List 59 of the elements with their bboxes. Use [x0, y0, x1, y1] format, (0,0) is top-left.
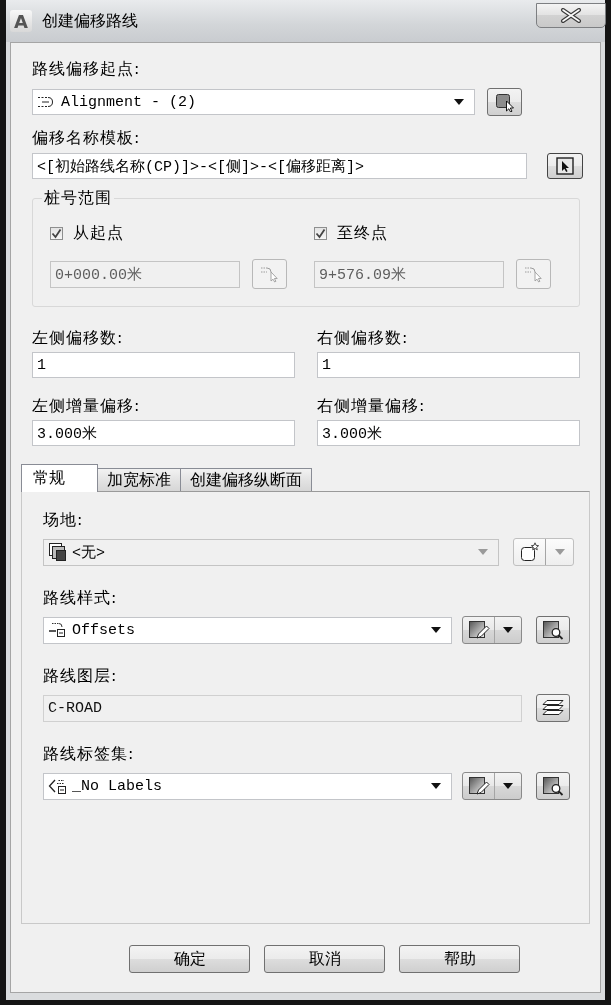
- caret-icon: [503, 783, 513, 789]
- caret-icon: [478, 549, 488, 555]
- help-button[interactable]: 帮助: [399, 945, 520, 973]
- field-label: 左侧增量偏移:: [32, 396, 141, 416]
- template-editor-button[interactable]: [547, 153, 583, 179]
- caret-icon: [431, 783, 441, 789]
- window-title: 创建偏移路线: [42, 10, 138, 32]
- site-icon: [48, 542, 68, 562]
- tab[interactable]: 创建偏移纵断面: [180, 468, 312, 491]
- field-label: 右侧偏移数:: [317, 328, 409, 348]
- preview-button[interactable]: [536, 772, 570, 800]
- field-label: 路线样式:: [43, 588, 118, 608]
- close-button[interactable]: [536, 3, 606, 28]
- field-label: 场地:: [43, 510, 84, 530]
- preview-icon: [542, 620, 564, 640]
- caret-icon: [454, 99, 464, 105]
- offset-line-icon: [48, 622, 68, 638]
- offset-field[interactable]: 3.000米: [32, 420, 295, 446]
- edit-icon: [467, 776, 490, 796]
- edit-style-button[interactable]: [462, 772, 522, 800]
- select-object-icon: [494, 92, 515, 112]
- station-pick-icon: [259, 265, 280, 283]
- preview-icon: [542, 776, 564, 796]
- layer-button[interactable]: [536, 694, 570, 722]
- app-logo: A: [10, 10, 32, 32]
- offset-field[interactable]: 1: [317, 352, 580, 378]
- field-label: 偏移名称模板:: [32, 128, 141, 148]
- pick-icon: [556, 157, 574, 175]
- tab[interactable]: 加宽标准: [97, 468, 181, 491]
- new-site-button[interactable]: [513, 538, 574, 566]
- field-label: 右侧增量偏移:: [317, 396, 426, 416]
- station-pick-icon: [523, 265, 544, 283]
- preview-button[interactable]: [536, 616, 570, 644]
- select-alignment-button[interactable]: [487, 88, 522, 116]
- field-label: 路线标签集:: [43, 744, 135, 764]
- style-dropdown[interactable]: Offsets: [43, 616, 452, 644]
- field-label: 路线偏移起点:: [32, 59, 141, 79]
- close-icon: [560, 8, 582, 23]
- offset-field[interactable]: 3.000米: [317, 420, 580, 446]
- name-template-field[interactable]: <[初始路线名称(CP)]>-<[侧]>-<[偏移距离]>: [32, 153, 527, 179]
- tab[interactable]: 常规: [21, 464, 98, 492]
- label-set-dropdown[interactable]: _No Labels: [43, 772, 452, 800]
- field-label: 路线图层:: [43, 666, 118, 686]
- tick-icon: [315, 227, 326, 239]
- layers-icon: [542, 699, 564, 717]
- caret-icon: [503, 627, 513, 633]
- label-set-icon: [48, 778, 68, 794]
- ok-button[interactable]: 确定: [129, 945, 250, 973]
- caret-icon: [431, 627, 441, 633]
- field-label: 左侧偏移数:: [32, 328, 124, 348]
- alignment-dropdown[interactable]: Alignment - (2): [32, 89, 475, 115]
- edit-icon: [467, 620, 490, 640]
- edit-style-button[interactable]: [462, 616, 522, 644]
- group-title: 桩号范围: [42, 188, 114, 208]
- caret-icon: [554, 549, 565, 555]
- cancel-button[interactable]: 取消: [264, 945, 385, 973]
- offset-field[interactable]: 1: [32, 352, 295, 378]
- new-style-icon: [519, 542, 540, 562]
- tick-icon: [51, 227, 62, 239]
